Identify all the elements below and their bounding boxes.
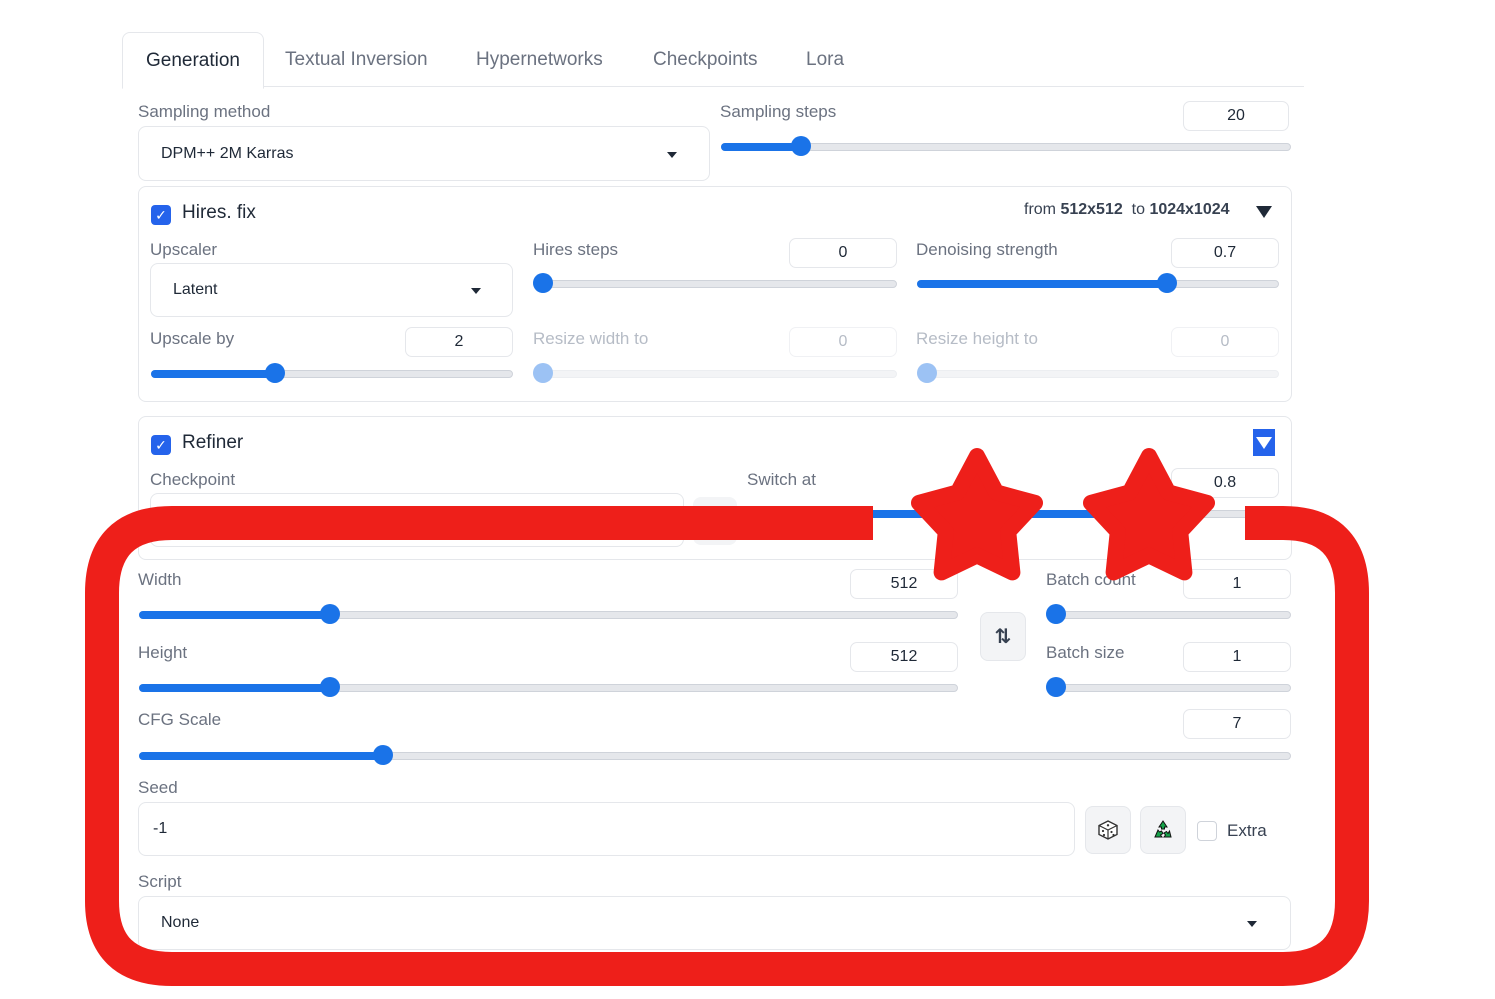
tab-textual-inversion[interactable]: Textual Inversion — [285, 32, 428, 87]
swap-dimensions-button[interactable]: ⇅ — [980, 612, 1026, 661]
sampling-method-label: Sampling method — [138, 102, 271, 121]
denoising-label: Denoising strength — [916, 240, 1058, 259]
hires-steps-slider[interactable] — [533, 273, 897, 293]
slider-thumb[interactable] — [1046, 604, 1066, 624]
reuse-seed-button[interactable] — [1140, 806, 1186, 854]
resize-width-label: Resize width to — [533, 329, 649, 348]
slider-thumb[interactable] — [1162, 503, 1182, 523]
slider-thumb[interactable] — [265, 363, 285, 383]
sampling-method-select[interactable]: DPM++ 2M Karras — [138, 126, 710, 181]
seed-value: -1 — [153, 820, 168, 837]
hires-fix-checkbox[interactable]: ✓ — [151, 205, 171, 225]
chevron-down-icon — [471, 288, 481, 294]
switch-at-slider[interactable] — [747, 503, 1279, 523]
script-label: Script — [138, 872, 182, 891]
cfg-scale-label: CFG Scale — [138, 710, 222, 729]
checkpoint-label: Checkpoint — [150, 470, 236, 489]
batch-size-input[interactable]: 1 — [1183, 642, 1291, 672]
checkpoint-select[interactable] — [150, 493, 684, 547]
denoising-input[interactable]: 0.7 — [1171, 238, 1279, 268]
slider-thumb[interactable] — [320, 677, 340, 697]
upscale-by-slider[interactable] — [151, 363, 513, 383]
extra-seed-label: Extra — [1227, 821, 1267, 840]
hires-size-summary: from 512x512 to 1024x1024 — [1024, 201, 1230, 218]
refiner-checkbox[interactable]: ✓ — [151, 435, 171, 455]
width-input[interactable]: 512 — [850, 569, 958, 599]
extra-seed-checkbox[interactable] — [1197, 821, 1217, 841]
denoising-slider[interactable] — [917, 273, 1279, 293]
width-label: Width — [138, 570, 182, 589]
resize-height-label: Resize height to — [916, 329, 1038, 348]
batch-size-slider[interactable] — [1046, 677, 1291, 697]
refresh-button[interactable] — [693, 497, 737, 545]
swap-arrows-icon: ⇅ — [994, 626, 1012, 648]
tab-checkpoints[interactable]: Checkpoints — [653, 32, 758, 87]
resize-width-input[interactable]: 0 — [789, 327, 897, 357]
seed-input[interactable]: -1 — [138, 802, 1075, 856]
tab-hypernetworks[interactable]: Hypernetworks — [476, 32, 603, 87]
resize-width-slider[interactable] — [533, 363, 897, 383]
script-value: None — [161, 914, 200, 931]
chevron-down-icon — [667, 151, 677, 158]
upscale-by-label: Upscale by — [150, 329, 235, 348]
slider-thumb[interactable] — [533, 363, 553, 383]
script-select[interactable]: None — [138, 896, 1291, 950]
upscaler-label: Upscaler — [150, 240, 218, 259]
upscaler-value: Latent — [173, 281, 218, 298]
slider-thumb[interactable] — [791, 136, 811, 156]
tab-lora[interactable]: Lora — [806, 32, 844, 87]
hires-fix-label: Hires. fix — [182, 202, 256, 223]
sampling-steps-input[interactable]: 20 — [1183, 101, 1289, 131]
slider-thumb[interactable] — [533, 273, 553, 293]
cfg-scale-input[interactable]: 7 — [1183, 709, 1291, 739]
dice-icon — [1098, 820, 1118, 840]
cfg-scale-slider[interactable] — [139, 745, 1291, 765]
hires-steps-input[interactable]: 0 — [789, 238, 897, 268]
sampling-method-value: DPM++ 2M Karras — [161, 144, 294, 162]
batch-count-label: Batch count — [1046, 570, 1136, 589]
height-slider[interactable] — [139, 677, 958, 697]
slider-thumb[interactable] — [1046, 677, 1066, 697]
collapse-triangle-icon[interactable] — [1256, 206, 1272, 218]
slider-thumb[interactable] — [917, 363, 937, 383]
height-label: Height — [138, 643, 188, 662]
slider-thumb[interactable] — [373, 745, 393, 765]
batch-size-label: Batch size — [1046, 643, 1125, 662]
upscaler-select[interactable]: Latent — [150, 263, 513, 317]
switch-at-label: Switch at — [747, 470, 816, 489]
sampling-steps-label: Sampling steps — [720, 102, 837, 121]
recycle-icon — [1154, 820, 1172, 838]
refiner-label: Refiner — [182, 432, 244, 453]
sampling-steps-slider[interactable] — [721, 136, 1291, 156]
height-input[interactable]: 512 — [850, 642, 958, 672]
batch-count-slider[interactable] — [1046, 604, 1291, 624]
tab-generation[interactable]: Generation — [122, 32, 264, 89]
chevron-down-icon — [1247, 921, 1257, 927]
random-seed-button[interactable] — [1085, 806, 1131, 854]
width-slider[interactable] — [139, 604, 958, 624]
seed-label: Seed — [138, 778, 178, 797]
upscale-by-input[interactable]: 2 — [405, 327, 513, 357]
collapse-triangle-icon[interactable] — [1253, 429, 1275, 456]
resize-height-input[interactable]: 0 — [1171, 327, 1279, 357]
switch-at-input[interactable]: 0.8 — [1171, 468, 1279, 498]
batch-count-input[interactable]: 1 — [1183, 569, 1291, 599]
hires-steps-label: Hires steps — [533, 240, 619, 259]
resize-height-slider[interactable] — [917, 363, 1279, 383]
slider-thumb[interactable] — [1157, 273, 1177, 293]
slider-thumb[interactable] — [320, 604, 340, 624]
